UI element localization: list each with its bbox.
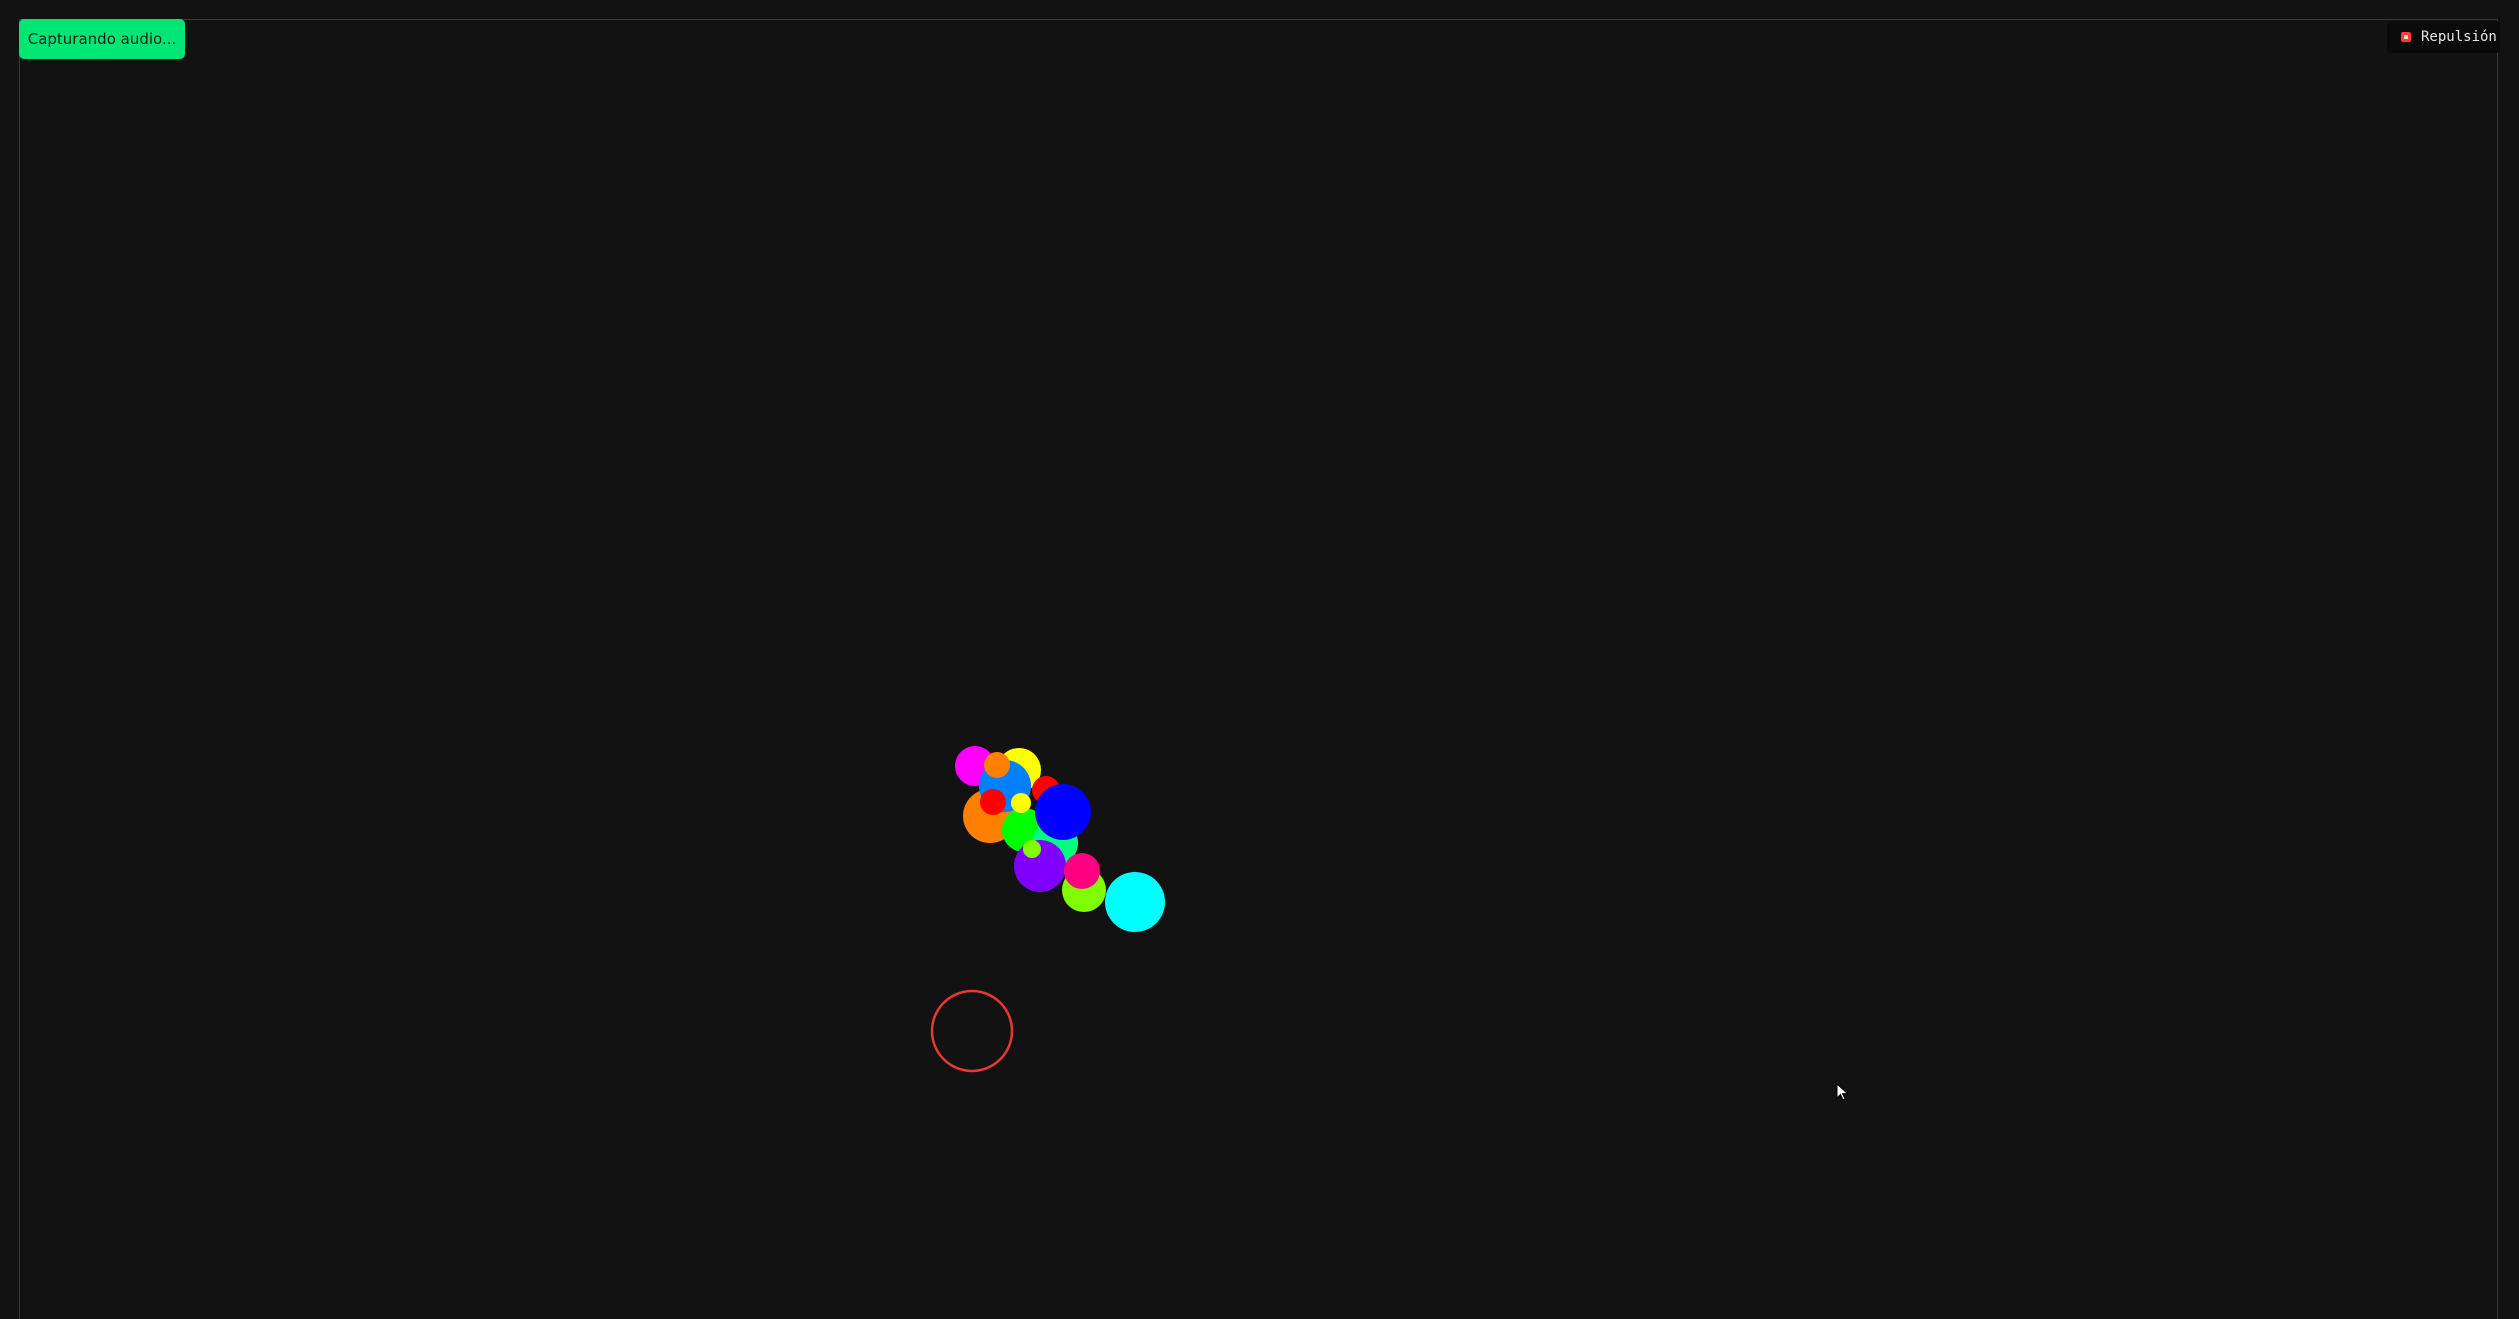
particle-9: [1011, 793, 1031, 813]
mode-toggle-button[interactable]: Repulsión: [2387, 21, 2500, 53]
particles-group: [955, 746, 1165, 932]
audio-capture-button[interactable]: Capturando audio...: [19, 19, 185, 59]
particle-10: [1035, 784, 1091, 840]
particle-15: [1105, 872, 1165, 932]
stop-square-icon: [2401, 32, 2411, 42]
particle-12: [1023, 840, 1041, 858]
audio-capture-label: Capturando audio...: [27, 30, 177, 48]
particle-4: [984, 752, 1010, 778]
attractor-ring: [930, 989, 1014, 1073]
particle-canvas[interactable]: [0, 0, 2519, 1300]
particle-14: [1064, 853, 1100, 889]
mouse-pointer-icon: [1836, 1083, 1849, 1101]
mode-label: Repulsión: [2421, 29, 2497, 45]
particle-8: [980, 789, 1006, 815]
